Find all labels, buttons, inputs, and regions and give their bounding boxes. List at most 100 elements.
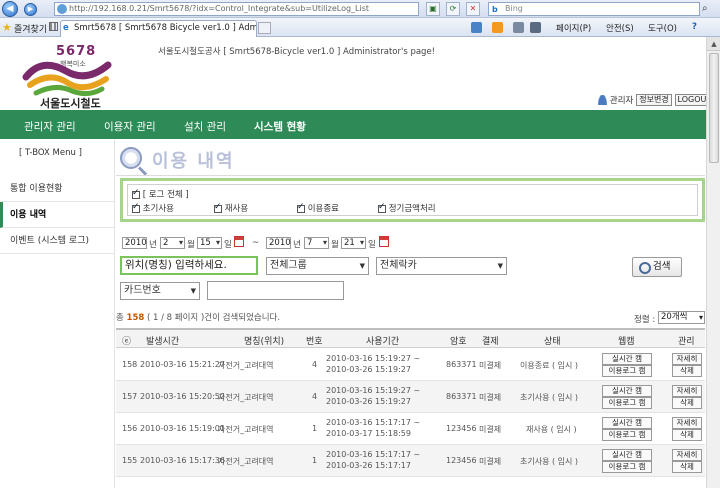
favorites-label[interactable]: 즐겨찾기 (14, 22, 47, 35)
print-icon[interactable] (530, 22, 541, 33)
th-name[interactable]: 명칭(위치) (244, 334, 284, 347)
browser-tab-active[interactable]: e Smrt5678 [ Smrt5678 Bicycle ver1.0 ] A… (60, 20, 257, 37)
quick-tabs-icon[interactable] (49, 22, 58, 31)
back-icon[interactable]: ◀ (2, 1, 18, 17)
filter-reuse[interactable]: 재사용 (214, 202, 248, 214)
from-day-select[interactable]: 15 (197, 237, 222, 249)
live-cam-button[interactable]: 실시간 캠 (602, 417, 652, 429)
to-calendar-icon[interactable] (379, 236, 389, 247)
cell-num: 1 (312, 424, 318, 433)
th-status[interactable]: 상태 (544, 334, 561, 347)
filter-all-checkbox[interactable] (132, 188, 140, 199)
to-year-input[interactable]: 2010 (266, 237, 291, 249)
address-bar[interactable]: http://192.168.0.21/Smrt5678/?idx=Contro… (54, 2, 419, 16)
sort-select[interactable]: 20개씩 (658, 311, 705, 324)
live-cam-button[interactable]: 실시간 캠 (602, 353, 652, 365)
sidebar-item-usage-history[interactable]: 이용 내역 (0, 202, 114, 228)
card-number-input[interactable] (207, 281, 344, 300)
delete-button[interactable]: 삭제 (672, 365, 702, 377)
from-year-input[interactable]: 2010 (122, 237, 147, 249)
home-icon[interactable] (471, 22, 482, 33)
tools-menu[interactable]: 도구(O) (648, 22, 677, 34)
sidebar-item-event-log[interactable]: 이벤트 (시스템 로그) (0, 228, 114, 254)
nav-system-status[interactable]: 시스템 현황 (254, 119, 306, 134)
live-cam-button[interactable]: 실시간 캠 (602, 449, 652, 461)
live-cam-button[interactable]: 실시간 캠 (602, 385, 652, 397)
location-search-input[interactable]: 위치(명칭) 입력하세요. (120, 256, 258, 275)
cell-period: 2010-03-16 15:19:27 ~ 2010-03-26 15:19:2… (326, 354, 421, 374)
log-cam-button[interactable]: 이용로그 캠 (602, 365, 652, 377)
sort-label: 정렬 : (634, 315, 656, 325)
stop-icon[interactable]: ✕ (466, 2, 480, 16)
filter-all[interactable]: [ 로그 전체 ] (132, 188, 189, 200)
info-change-button[interactable]: 정보변경 (636, 94, 672, 106)
nav-install-manage[interactable]: 설치 관리 (184, 119, 226, 134)
th-index-icon[interactable]: ⓔ (122, 334, 131, 347)
vertical-scrollbar[interactable]: ▲ (706, 37, 720, 488)
feeds-icon[interactable] (492, 22, 503, 33)
from-month-unit: 월 (187, 240, 195, 250)
detail-button[interactable]: 자세히 (672, 449, 702, 461)
delete-button[interactable]: 삭제 (672, 461, 702, 473)
table-header: ⓔ 발생시간 명칭(위치) 번호 사용기간 암호 결제 상태 웹캠 관리 (116, 328, 705, 348)
scroll-up-icon[interactable]: ▲ (707, 37, 720, 51)
filter-fixed-amount[interactable]: 정기금액처리 (378, 202, 436, 214)
sidebar-item-integrated-usage[interactable]: 통합 이용현황 (0, 176, 114, 202)
sidebar-title: [ T-BOX Menu ] (19, 148, 82, 158)
th-password[interactable]: 암호 (450, 334, 467, 347)
forward-icon[interactable]: ▶ (24, 3, 37, 16)
th-number[interactable]: 번호 (306, 334, 323, 347)
group-select[interactable]: 전체그룹 (266, 257, 369, 275)
rack-select[interactable]: 전체락카 (376, 257, 507, 275)
mail-icon[interactable] (513, 22, 524, 33)
th-payment[interactable]: 결제 (482, 334, 499, 347)
compat-view-icon[interactable]: ▣ (426, 2, 440, 16)
admin-person-icon (598, 95, 607, 105)
cell-name: 자전거_고려대역 (218, 393, 274, 402)
cell-status: 초기사용 ( 임시 ) (520, 457, 579, 466)
safety-menu[interactable]: 안전(S) (606, 22, 634, 34)
table-row: 158 2010-03-16 15:21:27 자전거_고려대역 4 2010-… (116, 349, 705, 381)
from-month-select[interactable]: 2 (160, 237, 185, 249)
log-cam-button[interactable]: 이용로그 캠 (602, 461, 652, 473)
to-month-select[interactable]: 7 (304, 237, 329, 249)
cell-password: 123456 (446, 424, 477, 433)
admin-area: 관리자 정보변경 LOGOUT (598, 94, 715, 106)
th-time[interactable]: 발생시간 (146, 334, 179, 347)
search-button[interactable]: 검색 (632, 257, 682, 277)
from-calendar-icon[interactable] (234, 236, 244, 247)
logo-name: 서울도시철도 (40, 97, 101, 110)
th-period[interactable]: 사용기간 (366, 334, 399, 347)
cell-time: 2010-03-16 15:17:36 (140, 456, 225, 465)
results-count: 158 (126, 313, 145, 323)
nav-admin-manage[interactable]: 관리자 관리 (24, 119, 76, 134)
new-tab-button[interactable] (258, 22, 271, 34)
filter-reuse-checkbox[interactable] (214, 202, 222, 213)
detail-button[interactable]: 자세히 (672, 385, 702, 397)
filter-initial-checkbox[interactable] (132, 202, 140, 213)
to-day-select[interactable]: 21 (341, 237, 366, 249)
filter-end-use[interactable]: 이용종료 (297, 202, 339, 214)
delete-button[interactable]: 삭제 (672, 429, 702, 441)
browser-search-input[interactable]: b Bing (488, 2, 700, 16)
browser-search-placeholder: Bing (505, 4, 523, 13)
scroll-thumb[interactable] (709, 53, 719, 163)
admin-label: 관리자 (609, 96, 634, 106)
detail-button[interactable]: 자세히 (672, 417, 702, 429)
th-manage[interactable]: 관리 (678, 334, 695, 347)
refresh-icon[interactable]: ⟳ (446, 2, 460, 16)
card-field-select[interactable]: 카드번호 (120, 282, 200, 300)
th-webcam[interactable]: 웹캠 (618, 334, 635, 347)
log-cam-button[interactable]: 이용로그 캠 (602, 397, 652, 409)
filter-fixed-checkbox[interactable] (378, 202, 386, 213)
nav-user-manage[interactable]: 이용자 관리 (104, 119, 156, 134)
filter-end-checkbox[interactable] (297, 202, 305, 213)
detail-button[interactable]: 자세히 (672, 353, 702, 365)
log-cam-button[interactable]: 이용로그 캠 (602, 429, 652, 441)
filter-initial-use[interactable]: 초기사용 (132, 202, 174, 214)
page-menu[interactable]: 페이지(P) (556, 22, 591, 34)
help-icon[interactable]: ? (692, 22, 697, 32)
favorites-star-icon[interactable]: ★ (2, 21, 12, 34)
delete-button[interactable]: 삭제 (672, 397, 702, 409)
magnifier-icon[interactable]: ⌕ (702, 3, 708, 14)
